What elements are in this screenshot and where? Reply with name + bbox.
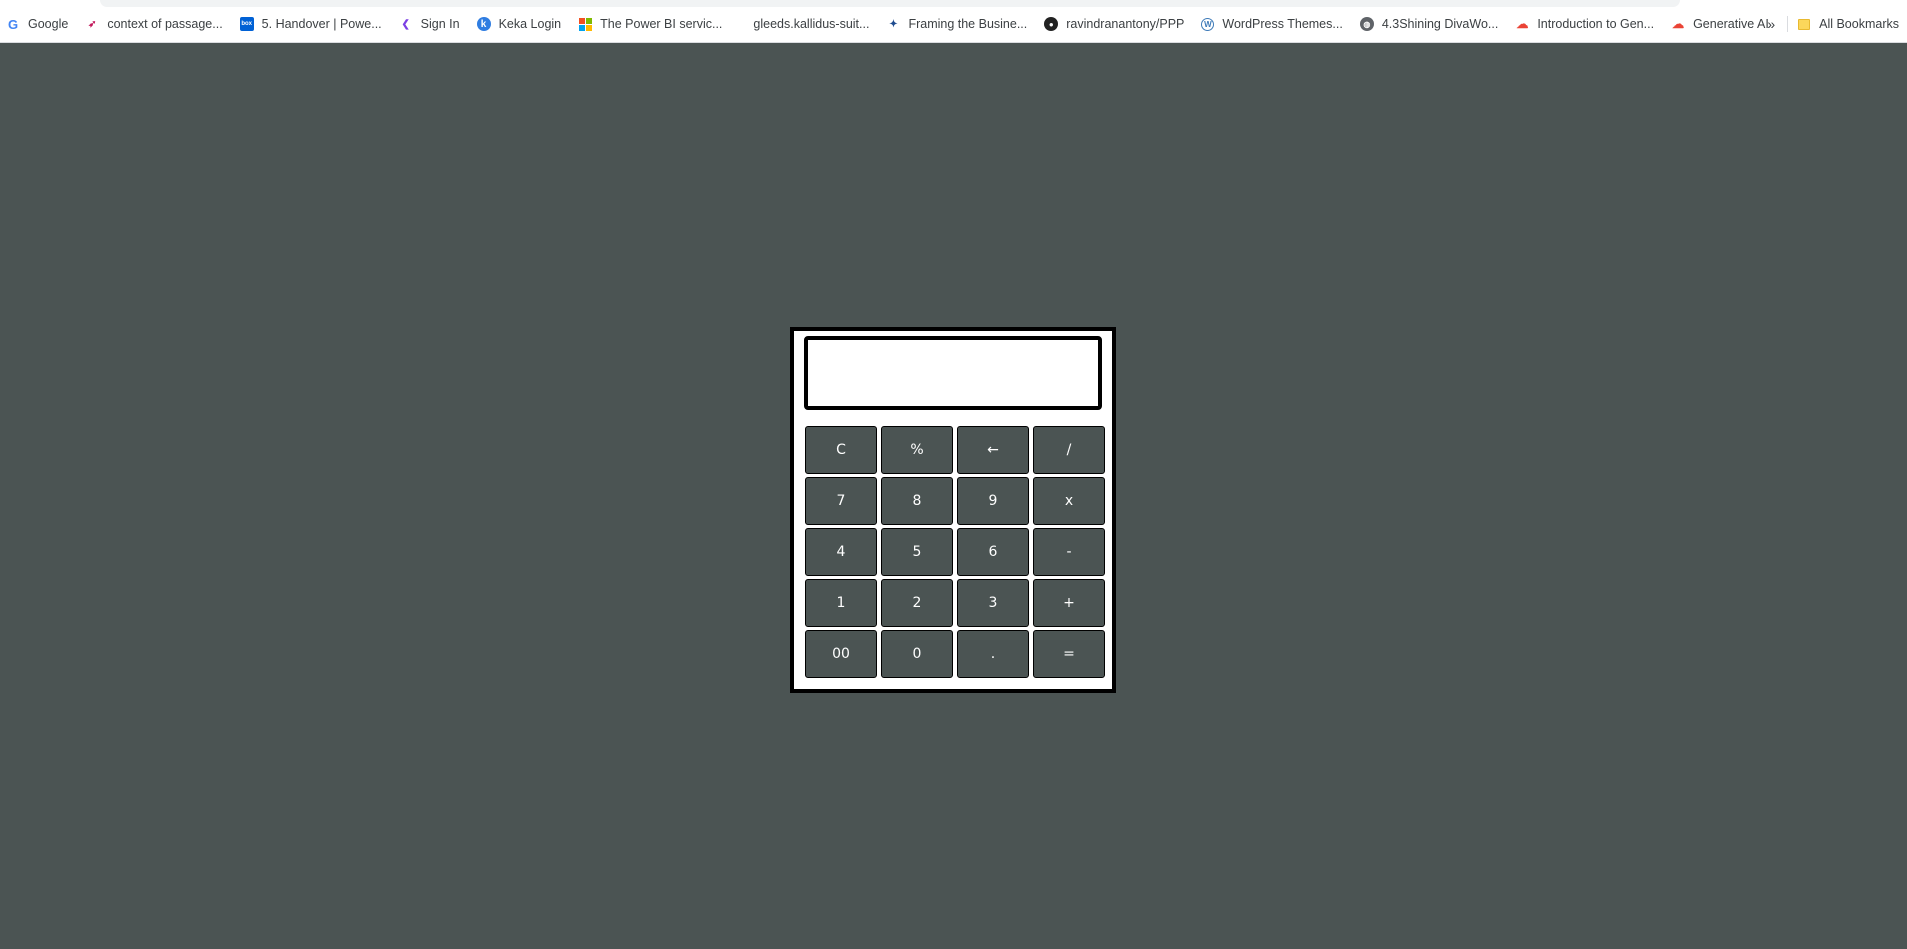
digit-5-button[interactable]: 5 bbox=[881, 528, 953, 576]
bookmarks-list: G Google ➶ context of passage... box 5. … bbox=[6, 14, 1786, 34]
address-bar-edge bbox=[100, 0, 1680, 7]
rocket-icon: ➶ bbox=[88, 18, 97, 30]
digit-0-button[interactable]: 0 bbox=[881, 630, 953, 678]
bookmark-label: Framing the Busine... bbox=[908, 17, 1028, 31]
bookmark-label: 4.3Shining DivaWo... bbox=[1381, 17, 1499, 31]
bookmark-label: ravindranantony/PPP bbox=[1066, 17, 1185, 31]
bookmark-label: Generative AI bbox=[1693, 17, 1769, 31]
calculator-display[interactable] bbox=[804, 336, 1102, 410]
bookmark-sign-in[interactable]: ❮ Sign In bbox=[399, 14, 460, 34]
digit-9-button[interactable]: 9 bbox=[957, 477, 1029, 525]
digit-1-button[interactable]: 1 bbox=[805, 579, 877, 627]
digit-6-button[interactable]: 6 bbox=[957, 528, 1029, 576]
google-icon: G bbox=[7, 16, 19, 32]
bookmark-label: Keka Login bbox=[498, 17, 562, 31]
keypad: C % ← / 7 8 9 x 4 5 6 - 1 2 3 + 00 0 . = bbox=[805, 426, 1105, 678]
bookmark-context-of-passage[interactable]: ➶ context of passage... bbox=[85, 14, 223, 34]
bookmark-keka-login[interactable]: k Keka Login bbox=[476, 14, 562, 34]
bookmark-label: The Power BI servic... bbox=[600, 17, 723, 31]
divide-button[interactable]: / bbox=[1033, 426, 1105, 474]
google-cloud-icon: ☁ bbox=[1672, 17, 1685, 31]
bookmark-introduction-to-gen[interactable]: ☁ Introduction to Gen... bbox=[1515, 14, 1654, 34]
bookmark-wordpress-themes[interactable]: W WordPress Themes... bbox=[1201, 14, 1343, 34]
digit-7-button[interactable]: 7 bbox=[805, 477, 877, 525]
google-cloud-icon: ☁ bbox=[1516, 17, 1529, 31]
digit-2-button[interactable]: 2 bbox=[881, 579, 953, 627]
bookmarks-right: » All Bookmarks bbox=[1767, 14, 1899, 34]
divider bbox=[1787, 16, 1789, 32]
wordpress-icon: W bbox=[1201, 17, 1215, 31]
framing-icon: ✦ bbox=[889, 18, 898, 30]
digit-3-button[interactable]: 3 bbox=[957, 579, 1029, 627]
bookmark-label: Sign In bbox=[420, 17, 460, 31]
box-icon: box bbox=[239, 17, 254, 31]
decimal-button[interactable]: . bbox=[957, 630, 1029, 678]
all-bookmarks-button[interactable]: All Bookmarks bbox=[1819, 17, 1899, 31]
backspace-button[interactable]: ← bbox=[957, 426, 1029, 474]
folder-icon bbox=[1798, 18, 1811, 30]
clear-button[interactable]: C bbox=[805, 426, 877, 474]
percent-button[interactable]: % bbox=[881, 426, 953, 474]
equals-button[interactable]: = bbox=[1033, 630, 1105, 678]
bookmark-shining-diva[interactable]: ◍ 4.3Shining DivaWo... bbox=[1359, 14, 1499, 34]
bookmark-power-bi[interactable]: The Power BI servic... bbox=[578, 14, 722, 34]
bookmark-label: Introduction to Gen... bbox=[1537, 17, 1655, 31]
bookmark-generative-ai[interactable]: ☁ Generative AI bbox=[1671, 14, 1769, 34]
microsoft-icon bbox=[578, 17, 592, 31]
bookmark-framing-the-business[interactable]: ✦ Framing the Busine... bbox=[886, 14, 1027, 34]
globe-icon: ◍ bbox=[1359, 17, 1374, 31]
signin-icon: ❮ bbox=[401, 18, 410, 30]
more-bookmarks-button[interactable]: » bbox=[1767, 16, 1775, 32]
digit-4-button[interactable]: 4 bbox=[805, 528, 877, 576]
keka-icon: k bbox=[476, 17, 491, 31]
bookmarks-bar: G Google ➶ context of passage... box 5. … bbox=[0, 0, 1907, 43]
bookmark-label: 5. Handover | Powe... bbox=[261, 17, 382, 31]
bookmark-handover[interactable]: box 5. Handover | Powe... bbox=[239, 14, 382, 34]
bookmark-label: Google bbox=[28, 17, 69, 31]
subtract-button[interactable]: - bbox=[1033, 528, 1105, 576]
github-icon: ● bbox=[1044, 17, 1059, 31]
bookmark-gleeds-kallidus[interactable]: gleeds.kallidus-suit... bbox=[739, 14, 869, 34]
add-button[interactable]: + bbox=[1033, 579, 1105, 627]
bookmark-label: WordPress Themes... bbox=[1222, 17, 1343, 31]
calculator: C % ← / 7 8 9 x 4 5 6 - 1 2 3 + 00 0 . = bbox=[790, 327, 1116, 693]
bookmark-google[interactable]: G Google bbox=[6, 14, 68, 34]
double-zero-button[interactable]: 00 bbox=[805, 630, 877, 678]
bookmark-label: context of passage... bbox=[107, 17, 223, 31]
digit-8-button[interactable]: 8 bbox=[881, 477, 953, 525]
bookmark-label: gleeds.kallidus-suit... bbox=[753, 17, 870, 31]
multiply-button[interactable]: x bbox=[1033, 477, 1105, 525]
bookmark-github-ppp[interactable]: ● ravindranantony/PPP bbox=[1044, 14, 1184, 34]
